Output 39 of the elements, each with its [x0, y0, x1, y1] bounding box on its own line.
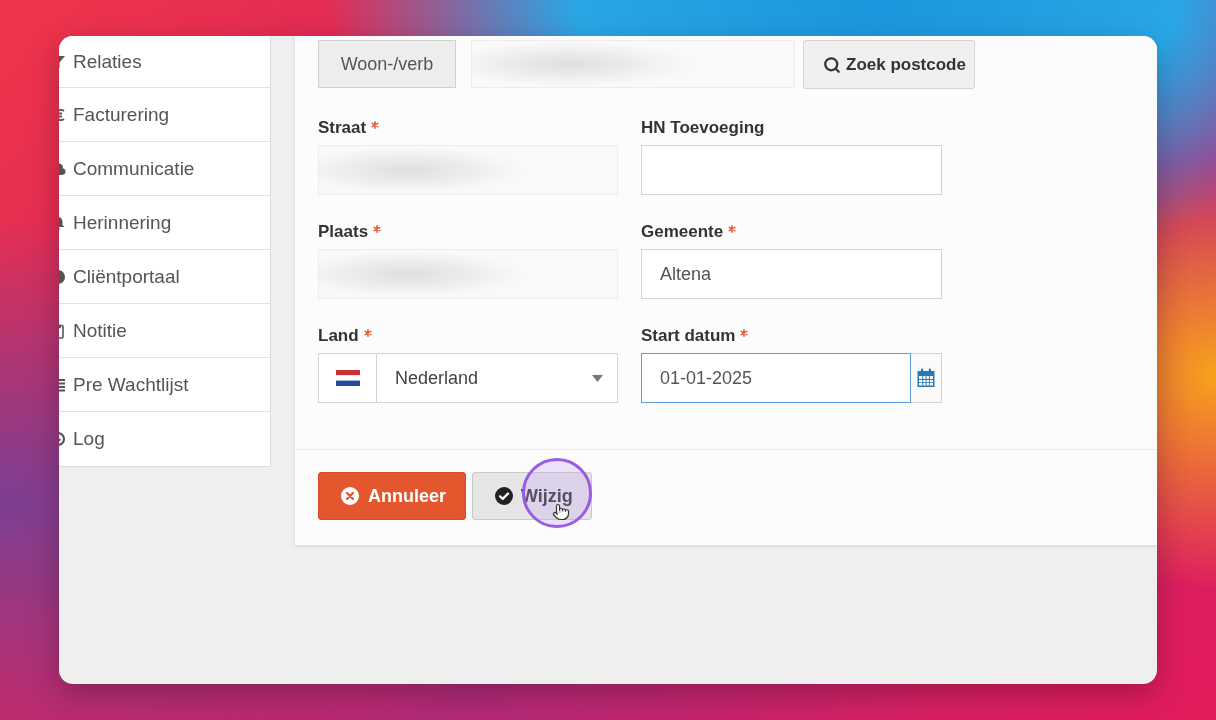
- search-icon: [823, 55, 841, 74]
- list-icon: [59, 376, 66, 393]
- field-label: Start datum: [641, 326, 736, 346]
- calendar-icon: [916, 368, 936, 388]
- text-input[interactable]: Altena: [641, 249, 942, 299]
- calendar-button[interactable]: [911, 353, 942, 403]
- input-addon: Woon-/verb: [318, 40, 456, 88]
- country-select[interactable]: Nederland: [318, 353, 618, 403]
- sidebar-item[interactable]: Facturering: [59, 88, 270, 142]
- flag-icon: [335, 370, 360, 386]
- chat-icon: [59, 160, 66, 177]
- text-input[interactable]: [318, 145, 618, 195]
- search-postcode-button[interactable]: Zoek postcode: [803, 40, 975, 89]
- text-input[interactable]: [318, 249, 618, 299]
- sidebar-item[interactable]: Relaties: [59, 36, 270, 88]
- field-label: HN Toevoeging: [641, 118, 765, 138]
- sidebar-item[interactable]: Cliëntportaal: [59, 250, 270, 304]
- date-input[interactable]: 01-01-2025: [641, 353, 911, 403]
- euro-icon: [59, 106, 66, 123]
- field-label: Land: [318, 326, 359, 346]
- sidebar-item[interactable]: Pre Wachtlijst: [59, 358, 270, 412]
- sidebar-item[interactable]: Log: [59, 412, 270, 466]
- close-circle-icon: [341, 487, 359, 505]
- cancel-button[interactable]: Annuleer: [318, 472, 466, 520]
- sidebar-item[interactable]: Herinnering: [59, 196, 270, 250]
- globe-icon: [59, 268, 66, 285]
- clipboard-icon: [59, 322, 66, 339]
- check-circle-icon: [495, 487, 513, 505]
- field-label: Plaats: [318, 222, 369, 242]
- address-input[interactable]: [471, 40, 795, 88]
- caret-down-icon: [592, 374, 603, 382]
- sidebar-item[interactable]: Notitie: [59, 304, 270, 358]
- field-label: Gemeente: [641, 222, 724, 242]
- filter-icon: [59, 53, 66, 70]
- text-input[interactable]: [641, 145, 942, 195]
- field-label: Straat: [318, 118, 367, 138]
- bell-icon: [59, 214, 66, 231]
- clock-icon: [59, 431, 66, 447]
- sidebar-item[interactable]: Communicatie: [59, 142, 270, 196]
